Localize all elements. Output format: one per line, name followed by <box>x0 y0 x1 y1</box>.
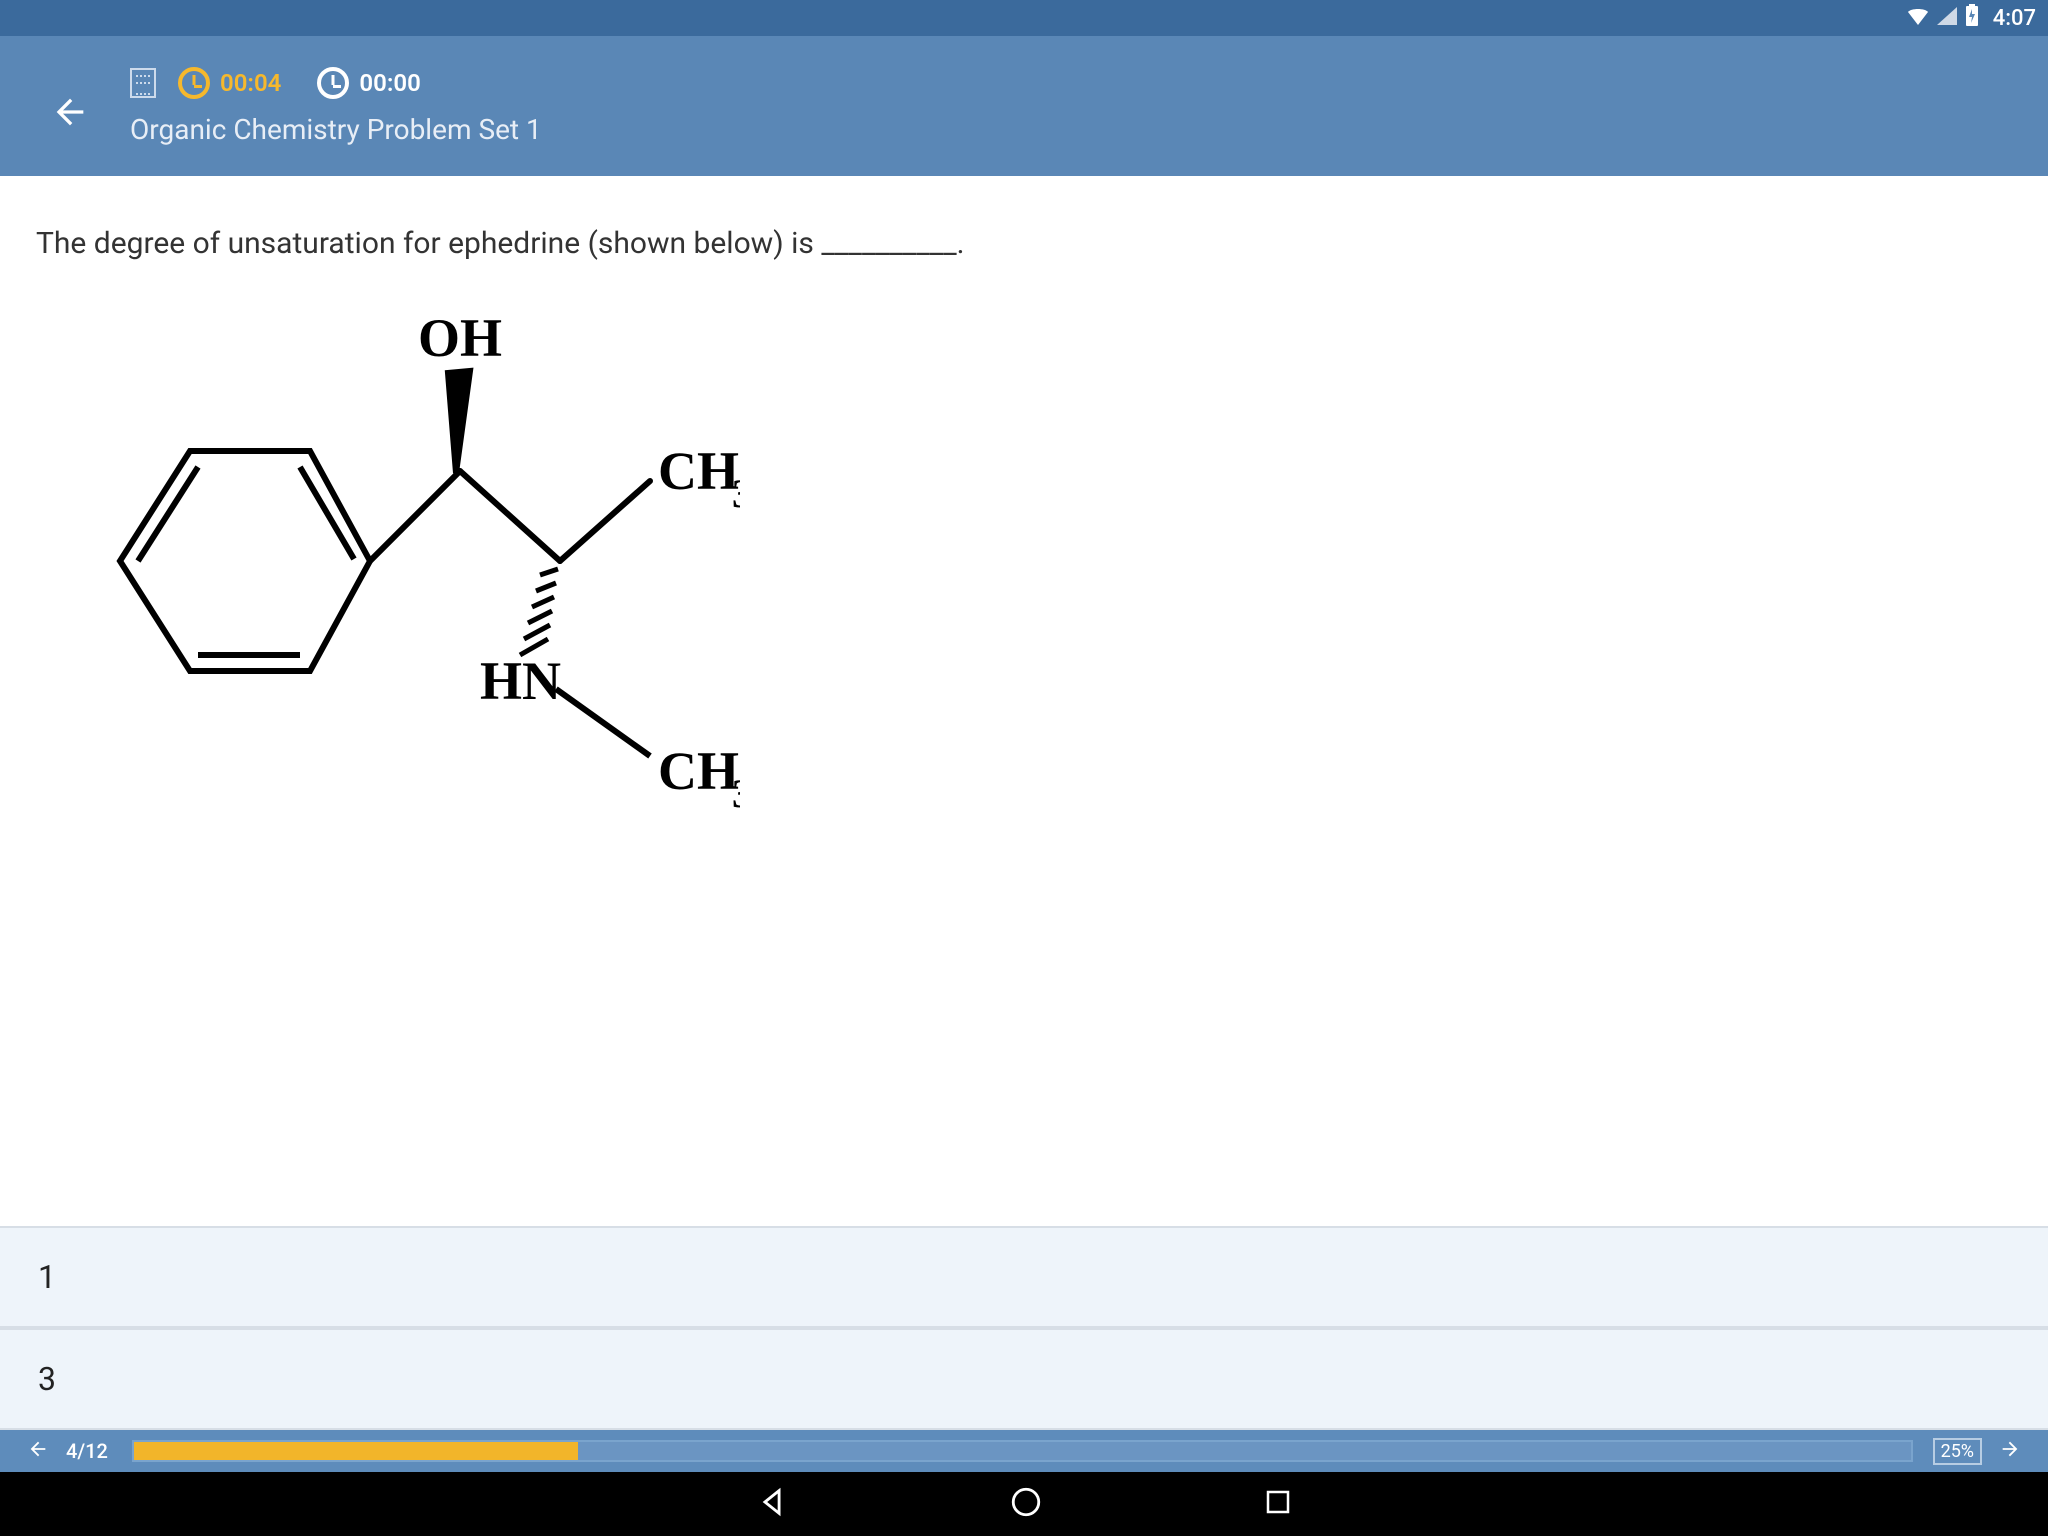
answers-list: 1 3 <box>0 1226 2048 1430</box>
timer-row: 00:04 00:00 <box>130 67 542 99</box>
elapsed-timer: 00:04 <box>178 67 281 99</box>
nav-back-button[interactable] <box>755 1485 789 1523</box>
question-text: The degree of unsaturation for ephedrine… <box>0 176 2048 291</box>
progress-bar <box>132 1440 1913 1462</box>
oh-label: OH <box>418 311 502 368</box>
status-bar: 4:07 <box>0 0 2048 36</box>
nav-home-button[interactable] <box>1009 1485 1043 1523</box>
molecule-diagram: OH CH 3 HN CH 3 <box>0 291 2048 911</box>
ch3-bot-label: CH <box>658 741 739 801</box>
ch3-top-label: CH <box>658 441 739 501</box>
app-bar: 00:04 00:00 Organic Chemistry Problem Se… <box>0 36 2048 176</box>
progress-percent: 25% <box>1933 1438 1982 1465</box>
back-button[interactable] <box>50 92 90 136</box>
progress-footer: 4/12 25% <box>0 1430 2048 1472</box>
clock-icon <box>178 67 210 99</box>
remaining-time-label: 00:00 <box>359 69 420 97</box>
question-counter: 4/12 <box>66 1439 108 1463</box>
page-title: Organic Chemistry Problem Set 1 <box>130 113 542 146</box>
answer-option-label: 1 <box>38 1258 56 1296</box>
ch3-top-sub: 3 <box>732 471 740 516</box>
prev-question-button[interactable] <box>24 1438 52 1465</box>
ch3-bot-sub: 3 <box>732 771 740 816</box>
wifi-icon <box>1907 6 1929 31</box>
battery-icon <box>1965 4 1979 32</box>
answer-option-label: 3 <box>38 1360 56 1398</box>
answer-option-3[interactable]: 3 <box>0 1328 2048 1430</box>
next-question-button[interactable] <box>1996 1438 2024 1465</box>
signal-icon <box>1937 6 1957 31</box>
android-nav-bar <box>0 1472 2048 1536</box>
clock-icon <box>317 67 349 99</box>
document-icon <box>130 68 156 98</box>
main-content: The degree of unsaturation for ephedrine… <box>0 176 2048 1430</box>
hn-label: HN <box>480 651 561 711</box>
remaining-timer: 00:00 <box>317 67 420 99</box>
nav-recent-button[interactable] <box>1263 1487 1293 1521</box>
status-time: 4:07 <box>1993 6 2036 31</box>
elapsed-time-label: 00:04 <box>220 69 281 97</box>
progress-fill <box>134 1442 578 1460</box>
answer-option-1[interactable]: 1 <box>0 1226 2048 1328</box>
